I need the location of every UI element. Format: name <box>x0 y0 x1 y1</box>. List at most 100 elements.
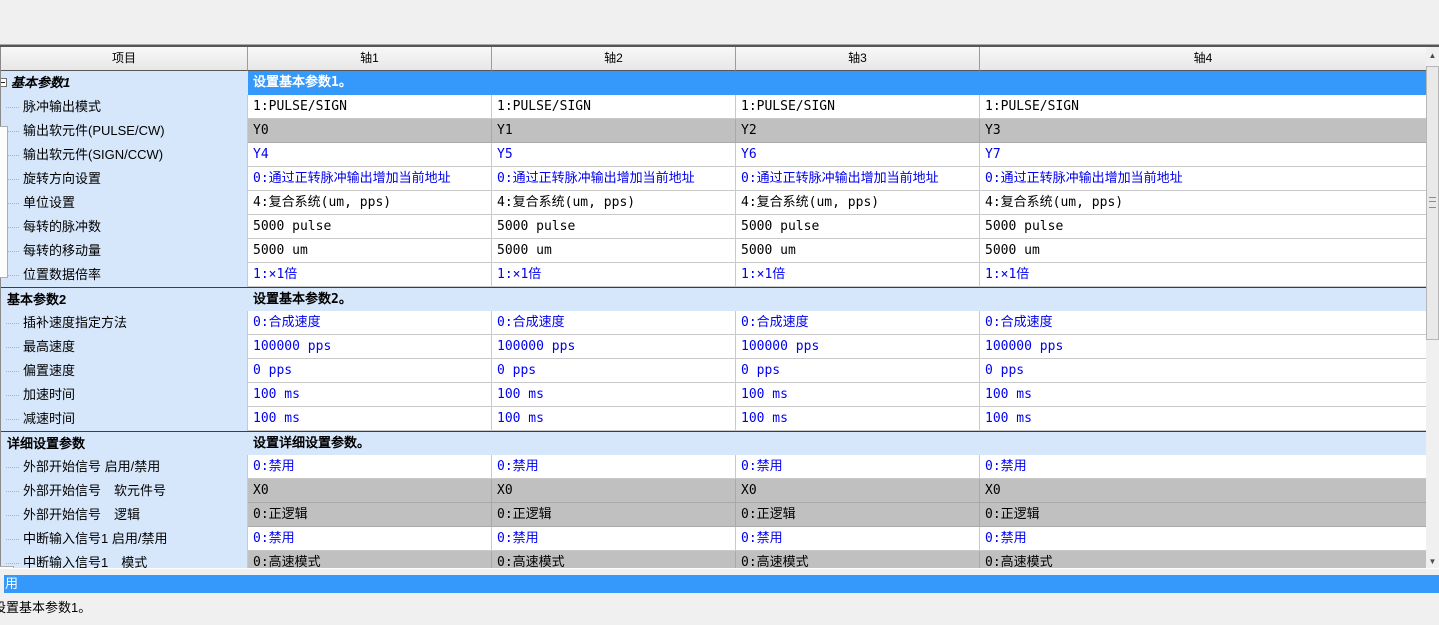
param-value-cell[interactable]: 0 pps <box>736 359 980 383</box>
param-item-cell[interactable]: 每转的移动量 <box>1 239 248 263</box>
param-item-cell[interactable]: 外部开始信号 逻辑 <box>1 503 248 527</box>
section-desc-cell[interactable]: 设置详细设置参数。 <box>248 432 1426 456</box>
param-item-cell[interactable]: 每转的脉冲数 <box>1 215 248 239</box>
section-desc-cell[interactable]: 设置基本参数2。 <box>248 288 1426 312</box>
tree-collapse-icon[interactable] <box>1 78 7 87</box>
scroll-up-icon[interactable]: ▲ <box>1426 47 1439 64</box>
param-item-cell[interactable]: 减速时间 <box>1 407 248 431</box>
param-value-cell[interactable]: 100 ms <box>980 383 1426 407</box>
param-value-cell[interactable]: 5000 pulse <box>248 215 492 239</box>
param-value-cell[interactable]: Y1 <box>492 119 736 143</box>
param-value-cell[interactable]: 0:禁用 <box>492 527 736 551</box>
param-value-cell[interactable]: 100000 pps <box>248 335 492 359</box>
param-value-cell[interactable]: 1:×1倍 <box>736 263 980 287</box>
param-value-cell[interactable]: 100 ms <box>736 407 980 431</box>
param-value-cell[interactable]: 100 ms <box>492 407 736 431</box>
param-value-cell[interactable]: 100 ms <box>736 383 980 407</box>
param-value-cell[interactable]: Y7 <box>980 143 1426 167</box>
param-value-cell[interactable]: 4:复合系统(um, pps) <box>736 191 980 215</box>
param-value-cell[interactable]: Y2 <box>736 119 980 143</box>
param-value-cell[interactable]: 0:高速模式 <box>492 551 736 568</box>
param-value-cell[interactable]: 100 ms <box>980 407 1426 431</box>
param-value-cell[interactable]: 0 pps <box>980 359 1426 383</box>
param-value-cell[interactable]: X0 <box>248 479 492 503</box>
param-value-cell[interactable]: 0:通过正转脉冲输出增加当前地址 <box>248 167 492 191</box>
param-value-cell[interactable]: 1:PULSE/SIGN <box>980 95 1426 119</box>
param-value-cell[interactable]: Y4 <box>248 143 492 167</box>
param-value-cell[interactable]: 0:通过正转脉冲输出增加当前地址 <box>492 167 736 191</box>
param-item-cell[interactable]: 基本参数1 <box>1 71 248 95</box>
param-item-cell[interactable]: 中断输入信号1 模式 <box>1 551 248 568</box>
param-item-cell[interactable]: 位置数据倍率 <box>1 263 248 287</box>
param-item-cell[interactable]: 插补速度指定方法 <box>1 311 248 335</box>
param-value-cell[interactable]: 100000 pps <box>736 335 980 359</box>
param-value-cell[interactable]: 0:高速模式 <box>980 551 1426 568</box>
param-value-cell[interactable]: 5000 um <box>736 239 980 263</box>
param-value-cell[interactable]: 100000 pps <box>980 335 1426 359</box>
param-value-cell[interactable]: 4:复合系统(um, pps) <box>980 191 1426 215</box>
param-item-cell[interactable]: 脉冲输出模式 <box>1 95 248 119</box>
param-value-cell[interactable]: 0:正逻辑 <box>492 503 736 527</box>
param-value-cell[interactable]: 5000 pulse <box>736 215 980 239</box>
param-value-cell[interactable]: 1:PULSE/SIGN <box>736 95 980 119</box>
selected-section-desc-cell[interactable]: 设置基本参数1。 <box>248 71 1426 95</box>
param-item-cell[interactable]: 输出软元件(PULSE/CW) <box>1 119 248 143</box>
vertical-scrollbar[interactable]: ▲ ▼ <box>1426 47 1439 570</box>
param-value-cell[interactable]: 0:高速模式 <box>736 551 980 568</box>
param-item-cell[interactable]: 详细设置参数 <box>1 432 248 456</box>
param-value-cell[interactable]: 5000 um <box>980 239 1426 263</box>
param-value-cell[interactable]: 0:通过正转脉冲输出增加当前地址 <box>736 167 980 191</box>
param-value-cell[interactable]: 5000 um <box>248 239 492 263</box>
param-value-cell[interactable]: 0:合成速度 <box>492 311 736 335</box>
param-value-cell[interactable]: Y5 <box>492 143 736 167</box>
param-value-cell[interactable]: 4:复合系统(um, pps) <box>492 191 736 215</box>
param-value-cell[interactable]: 100000 pps <box>492 335 736 359</box>
param-value-cell[interactable]: 0:合成速度 <box>736 311 980 335</box>
param-value-cell[interactable]: 0:通过正转脉冲输出增加当前地址 <box>980 167 1426 191</box>
param-value-cell[interactable]: Y0 <box>248 119 492 143</box>
param-value-cell[interactable]: 0:禁用 <box>736 527 980 551</box>
param-value-cell[interactable]: 1:×1倍 <box>980 263 1426 287</box>
param-value-cell[interactable]: X0 <box>980 479 1426 503</box>
param-value-cell[interactable]: 0:合成速度 <box>980 311 1426 335</box>
param-item-cell[interactable]: 中断输入信号1 启用/禁用 <box>1 527 248 551</box>
param-item-cell[interactable]: 单位设置 <box>1 191 248 215</box>
param-value-cell[interactable]: 100 ms <box>492 383 736 407</box>
param-value-cell[interactable]: 0:正逻辑 <box>248 503 492 527</box>
param-value-cell[interactable]: 0:禁用 <box>736 455 980 479</box>
param-value-cell[interactable]: X0 <box>492 479 736 503</box>
param-value-cell[interactable]: 0 pps <box>492 359 736 383</box>
param-value-cell[interactable]: 1:PULSE/SIGN <box>492 95 736 119</box>
param-value-cell[interactable]: Y3 <box>980 119 1426 143</box>
param-value-cell[interactable]: 0:高速模式 <box>248 551 492 568</box>
param-value-cell[interactable]: 4:复合系统(um, pps) <box>248 191 492 215</box>
scrollbar-thumb[interactable] <box>1426 66 1439 340</box>
param-item-cell[interactable]: 最高速度 <box>1 335 248 359</box>
param-value-cell[interactable]: 0:正逻辑 <box>980 503 1426 527</box>
param-item-cell[interactable]: 加速时间 <box>1 383 248 407</box>
param-value-cell[interactable]: 1:×1倍 <box>492 263 736 287</box>
param-value-cell[interactable]: 100 ms <box>248 383 492 407</box>
param-value-cell[interactable]: 5000 pulse <box>980 215 1426 239</box>
param-value-cell[interactable]: 0:正逻辑 <box>736 503 980 527</box>
param-item-cell[interactable]: 输出软元件(SIGN/CCW) <box>1 143 248 167</box>
param-item-cell[interactable]: 基本参数2 <box>1 288 248 312</box>
param-item-cell[interactable]: 外部开始信号 启用/禁用 <box>1 455 248 479</box>
param-value-cell[interactable]: X0 <box>736 479 980 503</box>
param-item-cell[interactable]: 偏置速度 <box>1 359 248 383</box>
param-value-cell[interactable]: 0:合成速度 <box>248 311 492 335</box>
param-item-cell[interactable]: 旋转方向设置 <box>1 167 248 191</box>
param-value-cell[interactable]: 0:禁用 <box>248 527 492 551</box>
param-item-cell[interactable]: 外部开始信号 软元件号 <box>1 479 248 503</box>
param-value-cell[interactable]: 100 ms <box>248 407 492 431</box>
param-value-cell[interactable]: 1:×1倍 <box>248 263 492 287</box>
param-value-cell[interactable]: 0 pps <box>248 359 492 383</box>
param-value-cell[interactable]: Y6 <box>736 143 980 167</box>
param-value-cell[interactable]: 1:PULSE/SIGN <box>248 95 492 119</box>
param-value-cell[interactable]: 5000 um <box>492 239 736 263</box>
param-value-cell[interactable]: 0:禁用 <box>980 455 1426 479</box>
selected-list-row-bar[interactable]: 用 <box>4 575 1439 593</box>
param-value-cell[interactable]: 0:禁用 <box>492 455 736 479</box>
param-value-cell[interactable]: 0:禁用 <box>980 527 1426 551</box>
param-value-cell[interactable]: 5000 pulse <box>492 215 736 239</box>
